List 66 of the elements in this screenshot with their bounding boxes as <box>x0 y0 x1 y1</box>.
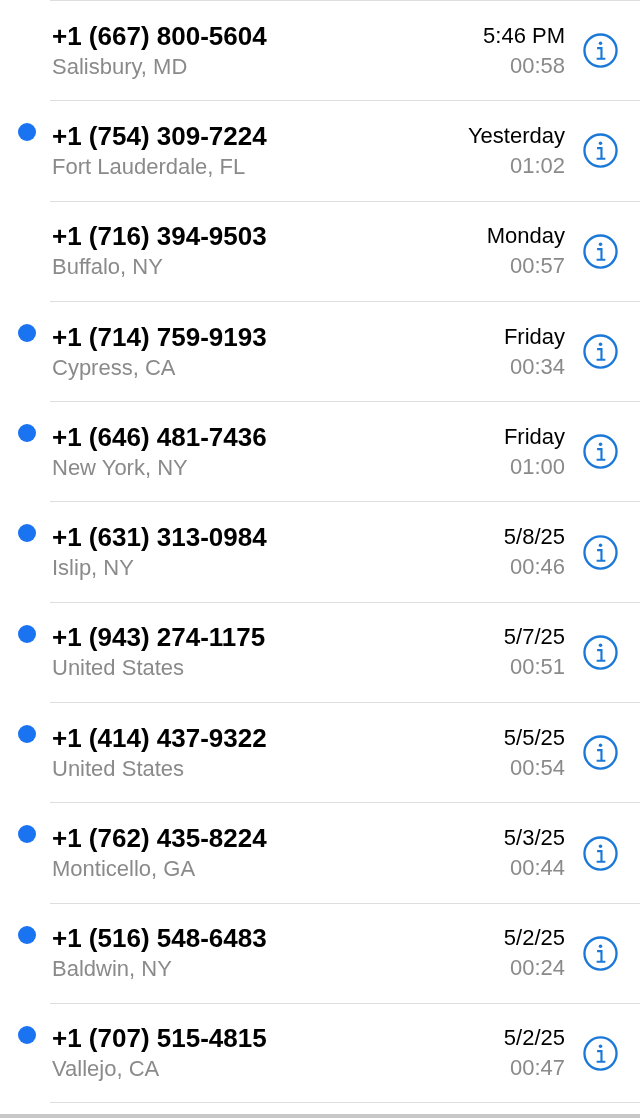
info-icon[interactable] <box>583 133 618 169</box>
call-row[interactable]: +1 (714) 759-9193 Cypress, CA Friday 00:34 <box>0 300 640 402</box>
call-row[interactable]: +1 (646) 481-7436 New York, NY Friday 01:00 <box>0 401 640 502</box>
call-time: Friday <box>503 422 565 451</box>
phone-number: +1 (943) 274-1175 <box>52 621 267 654</box>
call-duration: 00:47 <box>509 1054 565 1083</box>
call-duration: 00:51 <box>509 653 565 682</box>
info-icon[interactable] <box>583 434 618 470</box>
call-duration: 00:46 <box>509 553 565 582</box>
call-time: Yesterday <box>467 121 565 150</box>
info-icon[interactable] <box>583 634 618 670</box>
phone-number: +1 (414) 437-9322 <box>52 721 268 754</box>
caller-location: United States <box>52 754 186 783</box>
info-icon[interactable] <box>583 233 618 269</box>
call-time: 5/7/25 <box>503 623 565 652</box>
call-time: 5:46 PM <box>483 21 565 50</box>
call-duration: 00:58 <box>509 51 565 80</box>
info-icon[interactable] <box>583 735 618 771</box>
phone-number: +1 (707) 515-4815 <box>52 1022 268 1055</box>
caller-location: Islip, NY <box>52 554 135 583</box>
call-time: 5/2/25 <box>503 924 565 953</box>
info-icon[interactable] <box>583 935 618 971</box>
caller-location: Fort Lauderdale, FL <box>52 152 247 181</box>
caller-location: United States <box>52 654 186 683</box>
call-row[interactable]: +1 (762) 435-8224 Monticello, GA 5/3/25 00:44 <box>0 802 640 903</box>
call-row[interactable]: +1 (667) 800-5604 Salisbury, MD 5:46 PM 00:58 <box>0 0 640 101</box>
call-row[interactable]: +1 (754) 309-7224 Fort Lauderdale, FL Yesterday 01:02 <box>0 100 640 201</box>
info-icon[interactable] <box>583 534 618 570</box>
phone-number: +1 (716) 394-9503 <box>52 220 268 253</box>
info-icon[interactable] <box>583 33 618 69</box>
call-duration: 00:57 <box>509 252 565 281</box>
call-duration: 00:34 <box>509 352 565 381</box>
phone-number: +1 (762) 435-8224 <box>52 822 268 854</box>
caller-location: Buffalo, NY <box>52 253 164 282</box>
info-icon[interactable] <box>583 1035 618 1071</box>
info-icon[interactable] <box>583 334 618 370</box>
call-time: Monday <box>486 222 565 251</box>
call-time: 5/2/25 <box>503 1024 565 1053</box>
call-duration: 01:02 <box>509 151 565 180</box>
call-time: 5/5/25 <box>503 723 565 752</box>
caller-location: Vallejo, CA <box>52 1055 161 1084</box>
caller-location: Monticello, GA <box>52 855 197 883</box>
caller-location: Salisbury, MD <box>52 52 189 81</box>
call-duration: 00:54 <box>509 753 565 782</box>
call-duration: 00:24 <box>509 954 565 983</box>
phone-number: +1 (754) 309-7224 <box>52 119 268 152</box>
call-row[interactable]: +1 (707) 515-4815 Vallejo, CA 5/2/25 00:47 <box>0 1002 640 1104</box>
phone-number: +1 (667) 800-5604 <box>52 19 268 52</box>
call-time: 5/3/25 <box>503 824 565 852</box>
caller-location: New York, NY <box>52 453 189 482</box>
call-time: Friday <box>503 322 565 351</box>
call-duration: 00:44 <box>509 854 565 882</box>
call-row[interactable]: +1 (943) 274-1175 United States 5/7/25 00:51 <box>0 601 640 703</box>
call-row[interactable]: +1 (516) 548-6483 Baldwin, NY 5/2/25 00:24 <box>0 902 640 1003</box>
phone-number: +1 (516) 548-6483 <box>52 922 268 955</box>
caller-location: Baldwin, NY <box>52 955 173 984</box>
phone-number: +1 (714) 759-9193 <box>52 320 268 353</box>
call-row[interactable]: +1 (716) 394-9503 Buffalo, NY Monday 00:57 <box>0 200 640 301</box>
caller-location: Cypress, CA <box>52 353 177 382</box>
phone-number: +1 (646) 481-7436 <box>52 420 268 453</box>
phone-number: +1 (631) 313-0984 <box>52 521 268 554</box>
call-row[interactable]: +1 (631) 313-0984 Islip, NY 5/8/25 00:46 <box>0 501 640 602</box>
call-duration: 01:00 <box>509 452 565 481</box>
info-icon[interactable] <box>583 835 618 871</box>
call-row[interactable]: +1 (414) 437-9322 United States 5/5/25 00:54 <box>0 702 640 803</box>
call-time: 5/8/25 <box>503 523 565 552</box>
